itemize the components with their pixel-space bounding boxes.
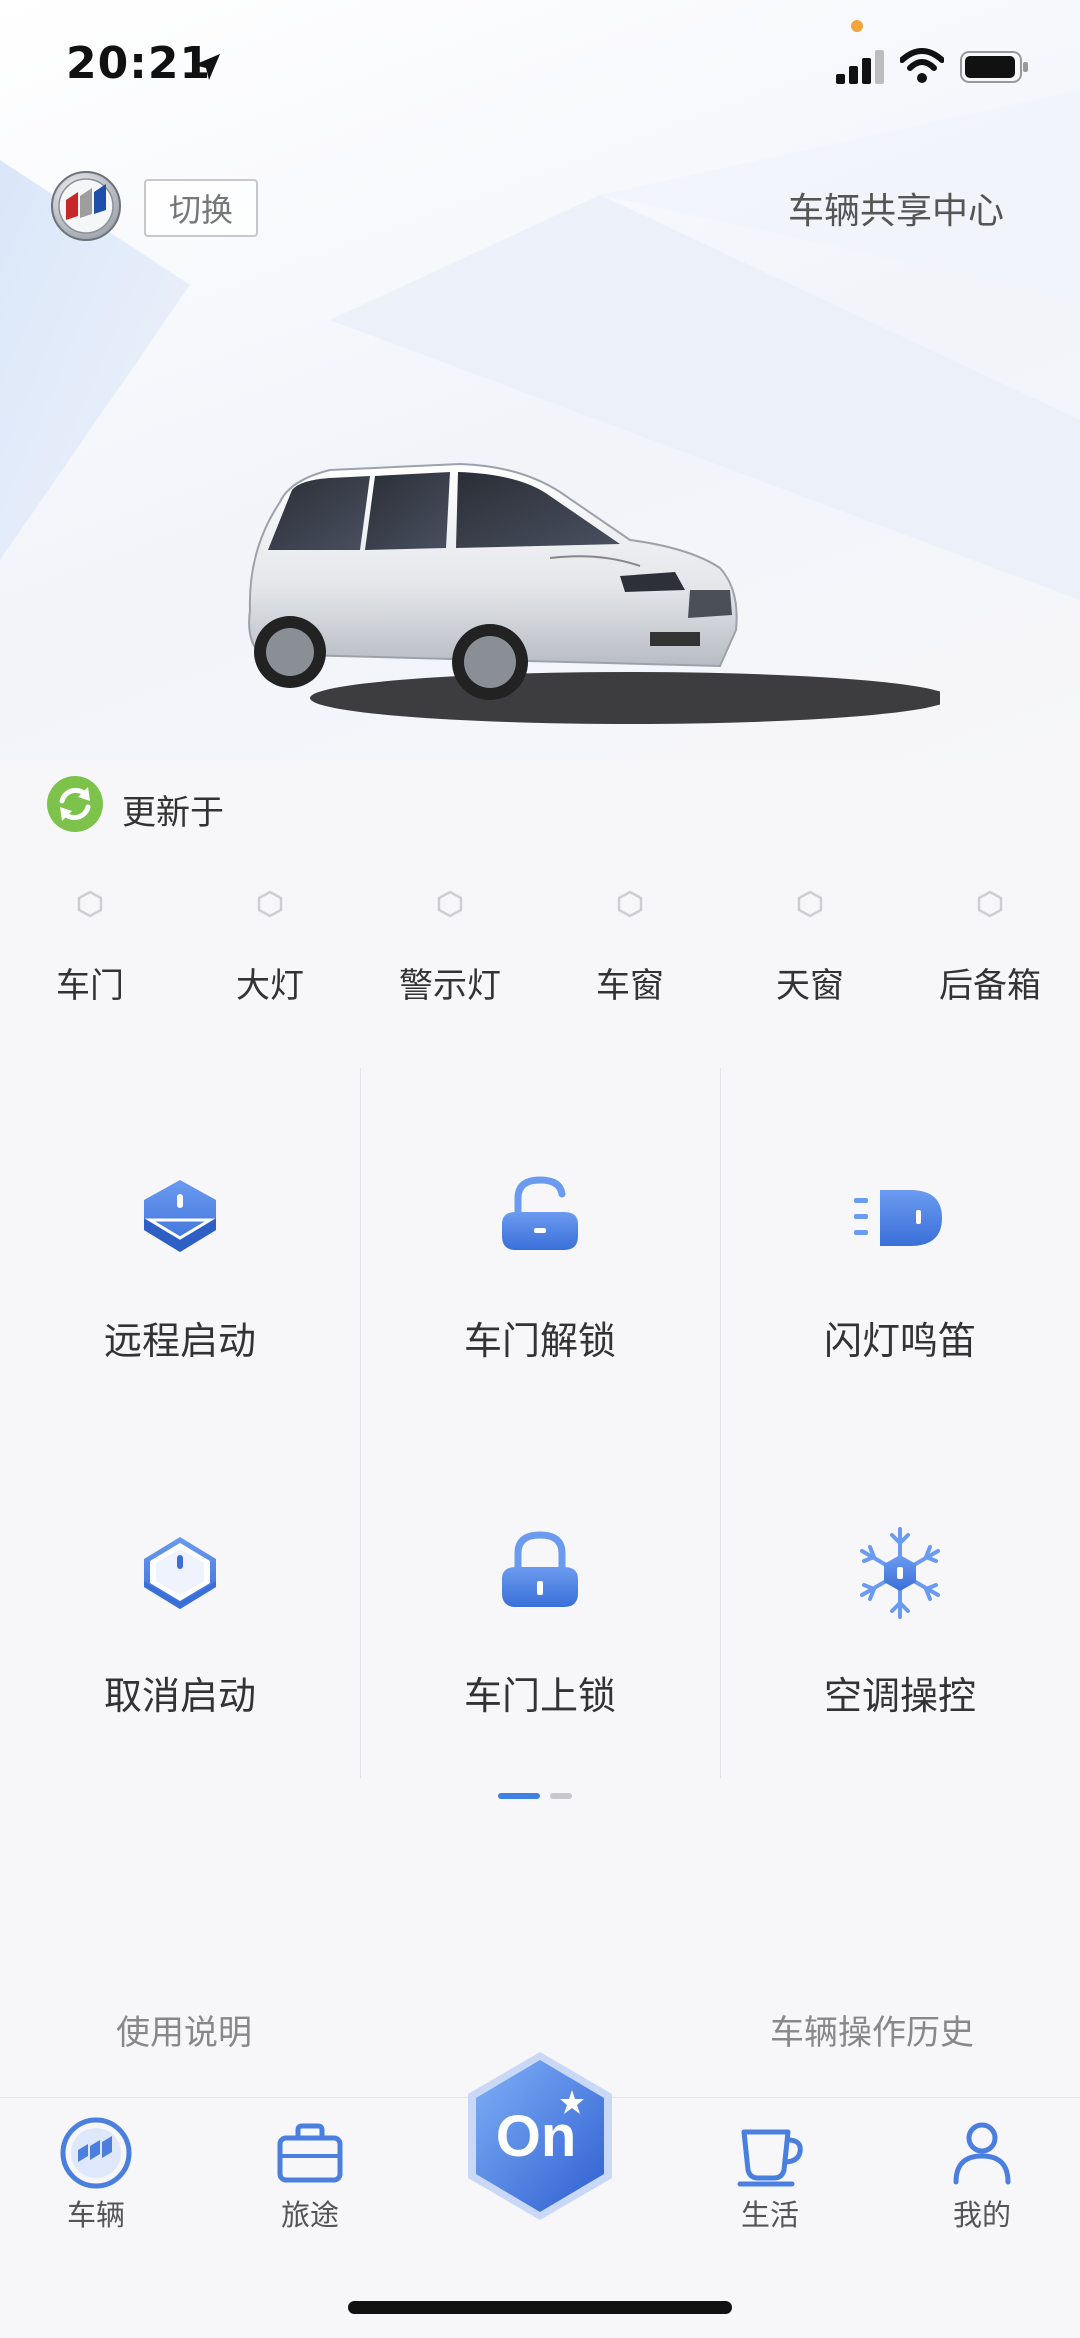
vehicle-status-list: 车门 大灯 警示灯 车窗 天窗 后备箱 xyxy=(0,890,1080,1030)
operation-history-link[interactable]: 车辆操作历史 xyxy=(770,2005,974,2054)
brand-logo-icon[interactable] xyxy=(50,170,122,242)
cancel-start-button[interactable]: 取消启动 xyxy=(0,1423,360,1778)
control-label: 闪灯鸣笛 xyxy=(823,1319,976,1363)
status-item-trunk: 后备箱 xyxy=(900,890,1080,1007)
hexagon-status-icon xyxy=(437,890,463,918)
status-item-label: 天窗 xyxy=(776,966,844,1006)
flash-horn-button[interactable]: 闪灯鸣笛 xyxy=(720,1068,1080,1423)
battery-icon xyxy=(960,51,1028,83)
onstar-center-button[interactable]: On xyxy=(460,2048,620,2224)
page-dot-active[interactable] xyxy=(498,1793,540,1799)
hexagon-status-icon xyxy=(257,890,283,918)
vehicle-icon xyxy=(60,2117,132,2189)
hexagon-status-icon xyxy=(617,890,643,918)
ac-control-button[interactable]: 空调操控 xyxy=(720,1423,1080,1778)
status-bar: 20:21 xyxy=(0,0,1080,130)
cancel-start-icon xyxy=(144,1537,216,1609)
update-label: 更新于 xyxy=(122,793,224,833)
unlock-icon xyxy=(502,1176,578,1250)
status-item-label: 车窗 xyxy=(596,966,664,1006)
lock-doors-button[interactable]: 车门上锁 xyxy=(360,1423,720,1778)
control-label: 空调操控 xyxy=(823,1674,976,1718)
vehicle-image xyxy=(248,462,940,724)
tab-vehicle[interactable]: 车辆 xyxy=(26,2116,166,2234)
ac-icon xyxy=(860,1527,940,1619)
status-item-label: 大灯 xyxy=(236,966,304,1006)
cellular-signal-icon xyxy=(836,50,884,84)
control-label: 远程启动 xyxy=(103,1319,256,1363)
location-arrow-icon xyxy=(194,54,220,80)
control-label: 车门上锁 xyxy=(463,1674,616,1718)
tab-label: 生活 xyxy=(740,2198,799,2232)
cup-icon xyxy=(737,2129,803,2187)
hexagon-status-icon xyxy=(977,890,1003,918)
switch-vehicle-button[interactable]: 切换 xyxy=(144,179,258,237)
status-item-windows: 车窗 xyxy=(540,890,720,1007)
control-label: 车门解锁 xyxy=(463,1319,616,1363)
refresh-icon[interactable] xyxy=(46,775,104,833)
person-icon xyxy=(953,2122,1011,2185)
status-item-doors: 车门 xyxy=(0,890,180,1007)
remote-start-icon xyxy=(144,1180,216,1252)
status-item-sunroof: 天窗 xyxy=(720,890,900,1007)
tab-label: 车辆 xyxy=(66,2198,125,2232)
remote-start-button[interactable]: 远程启动 xyxy=(0,1068,360,1423)
status-item-hazard-lights: 警示灯 xyxy=(360,890,540,1007)
tab-life[interactable]: 生活 xyxy=(700,2116,840,2234)
status-item-label: 后备箱 xyxy=(939,966,1041,1006)
status-item-label: 车门 xyxy=(56,966,124,1006)
remote-control-grid: 远程启动 车门解锁 闪灯鸣笛 取消启动 车门上锁 空调操控 xyxy=(0,1068,1080,1778)
status-item-headlights: 大灯 xyxy=(180,890,360,1007)
tab-label: 我的 xyxy=(952,2198,1011,2232)
status-item-label: 警示灯 xyxy=(399,966,501,1006)
control-label: 取消启动 xyxy=(103,1674,256,1718)
privacy-indicator xyxy=(851,20,863,32)
tab-label: 旅途 xyxy=(280,2198,339,2232)
status-time: 20:21 xyxy=(66,38,212,89)
hexagon-status-icon xyxy=(77,890,103,918)
briefcase-icon xyxy=(277,2123,343,2183)
user-manual-link[interactable]: 使用说明 xyxy=(116,2005,252,2054)
tab-trips[interactable]: 旅途 xyxy=(240,2116,380,2234)
vehicle-share-center-link[interactable]: 车辆共享中心 xyxy=(788,182,1004,234)
lock-icon xyxy=(502,1531,578,1607)
hexagon-status-icon xyxy=(797,890,823,918)
app-header: 切换 车辆共享中心 xyxy=(0,170,1080,250)
page-dot[interactable] xyxy=(550,1793,572,1799)
flash-horn-icon xyxy=(854,1190,942,1246)
unlock-doors-button[interactable]: 车门解锁 xyxy=(360,1068,720,1423)
home-indicator[interactable] xyxy=(348,2301,732,2314)
wifi-icon xyxy=(900,48,944,83)
tab-mine[interactable]: 我的 xyxy=(912,2116,1052,2234)
